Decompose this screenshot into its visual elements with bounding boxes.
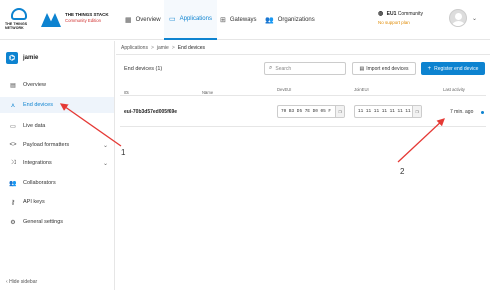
page-title: End devices (1) (124, 66, 163, 72)
column-header-last-activity: Last activity (443, 87, 465, 92)
breadcrumb-separator: > (171, 44, 175, 51)
overview-icon: ▤ (10, 82, 16, 89)
breadcrumb-app[interactable]: jamie (157, 45, 169, 51)
sidebar-item-end-devices[interactable]: ⋏ End devices (0, 97, 114, 113)
sidebar-item-label: API keys (23, 199, 45, 205)
sidebar-item-payload-formatters[interactable]: <> Payload formatters ⌄ (0, 137, 114, 153)
sidebar-item-label: Live data (23, 123, 46, 129)
application-icon: ⌬ (6, 52, 18, 64)
annotation-label-1: 1 (121, 148, 126, 157)
search-placeholder: Search (275, 65, 292, 72)
tab-applications-label: Applications (179, 16, 212, 22)
sidebar-item-overview[interactable]: ▤ Overview (0, 77, 114, 93)
sidebar-item-label: General settings (23, 219, 64, 225)
sidebar-item-label: Collaborators (23, 180, 56, 186)
copy-icon[interactable]: ❐ (412, 106, 421, 117)
user-avatar-icon[interactable] (449, 9, 467, 27)
collaborators-icon: 👥 (9, 180, 17, 187)
copy-icon[interactable]: ❐ (335, 106, 344, 117)
join-eui-value: 11 11 11 11 11 11 11 11 (358, 109, 419, 114)
device-icon: ⋏ (10, 102, 16, 109)
import-label: Import end devices (366, 65, 409, 72)
top-navigation-bar: THE THINGS NETWORK THE THINGS STACK Comm… (0, 0, 490, 40)
import-end-devices-button[interactable]: ▤ Import end devices (352, 62, 416, 75)
live-data-icon: ▭ (10, 123, 16, 130)
search-icon: ⌕ (269, 65, 273, 71)
sidebar-item-integrations[interactable]: ⤨ Integrations ⌄ (0, 155, 114, 171)
dev-eui-value: 70 B3 D5 7E D0 05 F (281, 109, 332, 114)
things-stack-logo[interactable]: THE THINGS STACK Community Edition (41, 12, 116, 30)
key-icon: ⚷ (10, 199, 16, 206)
tab-overview[interactable]: ▦ Overview (125, 0, 161, 40)
sort-icon: ⇅ (204, 90, 208, 95)
register-end-device-button[interactable]: + Register end device (421, 62, 485, 75)
app-name: jamie (23, 55, 39, 61)
chevron-down-icon: ⌄ (102, 142, 108, 149)
folder-icon: ▭ (169, 16, 176, 23)
things-stack-title: THE THINGS STACK (65, 12, 109, 17)
import-icon: ▤ (359, 65, 365, 72)
sidebar-app-header[interactable]: ⌬ jamie (6, 52, 38, 64)
join-eui-field: 11 11 11 11 11 11 11 11 ❐ (354, 105, 422, 118)
device-id: eui-70b3d57ed005f69e (124, 109, 178, 115)
tab-applications[interactable]: ▭ Applications (164, 0, 217, 40)
annotation-label-2: 2 (400, 167, 405, 176)
sidebar-item-label: Integrations (23, 160, 52, 166)
column-header-deveui: DevEUI (277, 87, 292, 92)
sidebar-item-collaborators[interactable]: 👥 Collaborators (0, 175, 114, 191)
cluster-code: EU1 (386, 11, 397, 17)
status-dot (481, 111, 484, 114)
tab-overview-label: Overview (135, 17, 161, 23)
cluster-name: ◍ EU1 Community (378, 10, 423, 17)
sidebar-item-label: Payload formatters (23, 142, 70, 148)
ttn-logo[interactable]: THE THINGS NETWORK (5, 8, 35, 32)
table-row[interactable]: eui-70b3d57ed005f69e 70 B3 D5 7E D0 05 F… (120, 97, 486, 127)
table-header: ID ⇅ Name ⇅ DevEUI JoinEUI Last activity (120, 84, 486, 96)
cluster-selector[interactable]: ◍ EU1 Community No support plan (378, 10, 423, 25)
breadcrumb-applications[interactable]: Applications (121, 45, 148, 51)
chevron-left-icon: ‹ (6, 279, 8, 285)
dev-eui-field: 70 B3 D5 7E D0 05 F ❐ (277, 105, 345, 118)
column-header-joineui: JoinEUI (354, 87, 369, 92)
cloud-logo-icon (11, 8, 27, 20)
sidebar-item-general-settings[interactable]: ⚙ General settings (0, 214, 114, 230)
last-activity: 7 min. ago (450, 109, 474, 115)
tab-organizations[interactable]: 👥 Organizations (265, 0, 315, 40)
things-stack-mark-icon (41, 13, 61, 27)
gateway-icon: ⊞ (220, 17, 226, 24)
hide-sidebar-button[interactable]: ‹ Hide sidebar (6, 279, 37, 285)
plus-icon: + (427, 65, 432, 72)
breadcrumb-separator: > (150, 44, 154, 51)
register-label: Register end device (434, 65, 479, 72)
sidebar-item-live-data[interactable]: ▭ Live data (0, 118, 114, 134)
globe-icon: ◍ (378, 11, 384, 17)
hide-sidebar-label: Hide sidebar (9, 279, 38, 285)
support-plan-text[interactable]: No support plan (378, 20, 423, 25)
breadcrumb: Applications > jamie > End devices (116, 41, 490, 55)
tab-organizations-label: Organizations (277, 17, 315, 23)
code-icon: <> (9, 142, 17, 148)
sidebar-item-label: Overview (23, 82, 46, 88)
tab-gateways-label: Gateways (229, 17, 257, 23)
sidebar-item-api-keys[interactable]: ⚷ API keys (0, 194, 114, 210)
sort-icon: ⇅ (126, 90, 130, 95)
people-icon: 👥 (265, 17, 274, 24)
chevron-down-icon[interactable]: ⌄ (472, 15, 477, 22)
edition-label: Community Edition (65, 18, 102, 23)
breadcrumb-current: End devices (177, 44, 206, 51)
grid-icon: ▦ (125, 17, 132, 24)
cluster-type: Community (397, 11, 424, 17)
ttn-logo-text: THE THINGS NETWORK (5, 22, 28, 30)
sidebar-item-label: End devices (23, 102, 53, 108)
chevron-down-icon: ⌄ (102, 160, 108, 167)
tab-gateways[interactable]: ⊞ Gateways (220, 0, 257, 40)
settings-icon: ⚙ (10, 219, 16, 226)
integrations-icon: ⤨ (10, 159, 16, 166)
search-input[interactable]: ⌕ Search (264, 62, 346, 75)
